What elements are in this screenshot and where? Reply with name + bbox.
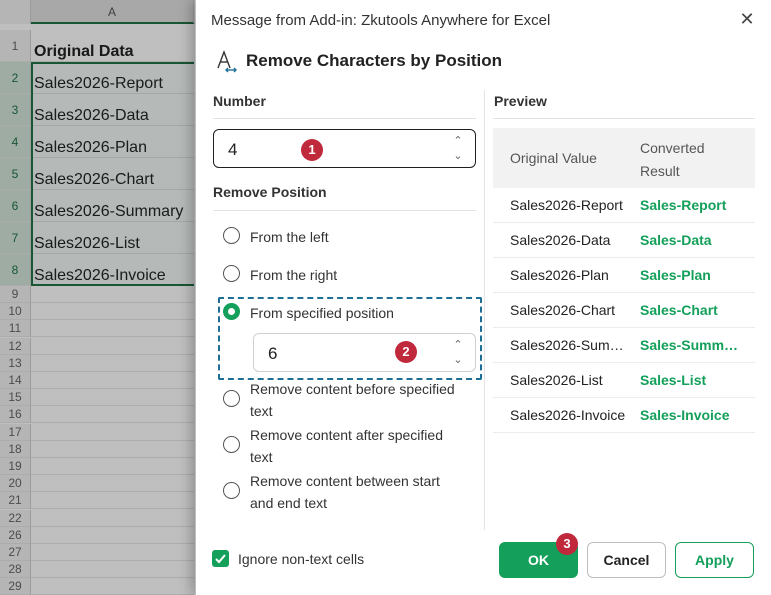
cancel-button[interactable]: Cancel [587, 542, 666, 578]
radio-button[interactable] [223, 265, 240, 282]
option-label: Remove content between start and end tex… [250, 473, 440, 511]
checkmark-icon [215, 554, 226, 564]
radio-button-selected[interactable] [223, 303, 240, 320]
original-value: Sales2026-Report [510, 197, 623, 213]
preview-row: Sales2026-Chart Sales-Chart [493, 293, 755, 328]
preview-table: Original Value Converted Result Sales202… [493, 128, 755, 433]
position-input[interactable]: 6 ⌃ ⌄ [253, 333, 476, 372]
close-icon[interactable]: ✕ [738, 10, 756, 28]
ignore-nontext-label: Ignore non-text cells [238, 550, 365, 567]
preview-row: Sales2026-Data Sales-Data [493, 223, 755, 258]
option-after-text[interactable]: Remove content after specified text [223, 424, 465, 468]
step-badge-1: 1 [301, 139, 323, 161]
original-value: Sales2026-Data [510, 232, 611, 248]
number-spinner: ⌃ ⌄ [451, 134, 465, 164]
apply-button[interactable]: Apply [675, 542, 754, 578]
dialog-window-title: Message from Add-in: Zkutools Anywhere f… [211, 12, 551, 29]
step-badge-2: 2 [395, 341, 417, 363]
preview-row: Sales2026-Invoice Sales-Invoice [493, 398, 755, 433]
dialog-heading: Remove Characters by Position [214, 47, 502, 75]
radio-button[interactable] [223, 390, 240, 407]
original-value: Sales2026-Summary [510, 337, 628, 353]
preview-row: Sales2026-Plan Sales-Plan [493, 258, 755, 293]
converted-result: Sales-Report [640, 197, 727, 213]
option-label: From specified position [250, 305, 394, 321]
dialog-heading-text: Remove Characters by Position [246, 51, 503, 70]
option-before-text[interactable]: Remove content before specified text [223, 378, 465, 422]
remove-position-divider [213, 210, 476, 211]
option-label: Remove content after specified text [250, 427, 443, 465]
preview-row: Sales2026-List Sales-List [493, 363, 755, 398]
converted-result: Sales-Data [640, 232, 712, 248]
converted-result: Sales-Plan [640, 267, 711, 283]
remove-position-label: Remove Position [213, 184, 327, 200]
preview-divider [493, 118, 755, 119]
converted-result: Sales-Chart [640, 302, 718, 318]
converted-result: Sales-Invoice [640, 407, 730, 423]
radio-button[interactable] [223, 436, 240, 453]
chevron-up-icon[interactable]: ⌃ [451, 134, 465, 148]
preview-row: Sales2026-Report Sales-Report [493, 188, 755, 223]
radio-button[interactable] [223, 482, 240, 499]
converted-result: Sales-List [640, 372, 707, 388]
option-from-right[interactable]: From the right [223, 264, 465, 286]
header-converted-result: Converted Result [640, 140, 705, 179]
chevron-up-icon[interactable]: ⌃ [451, 338, 465, 352]
ignore-nontext-checkbox[interactable] [212, 550, 229, 567]
step-badge-3: 3 [556, 533, 578, 555]
header-original-value: Original Value [510, 150, 597, 166]
preview-row: Sales2026-Summary Sales-Summary [493, 328, 755, 363]
option-label: From the right [250, 267, 338, 283]
number-input[interactable]: 4 ⌃ ⌄ [213, 129, 476, 168]
option-label: Remove content before specified text [250, 381, 455, 419]
ignore-nontext-checkbox-row[interactable]: Ignore non-text cells [212, 550, 364, 567]
original-value: Sales2026-Invoice [510, 407, 626, 423]
original-value: Sales2026-Plan [510, 267, 609, 283]
original-value: Sales2026-List [510, 372, 603, 388]
number-divider [213, 118, 476, 119]
dialog-titlebar: Message from Add-in: Zkutools Anywhere f… [196, 0, 771, 40]
option-label: From the left [250, 229, 329, 245]
remove-characters-dialog: Message from Add-in: Zkutools Anywhere f… [195, 0, 771, 595]
chevron-down-icon[interactable]: ⌄ [451, 353, 465, 367]
position-spinner: ⌃ ⌄ [451, 338, 465, 368]
preview-label: Preview [494, 93, 547, 109]
option-between-text[interactable]: Remove content between start and end tex… [223, 470, 465, 514]
number-value: 4 [228, 140, 238, 159]
option-from-left[interactable]: From the left [223, 226, 465, 248]
column-divider [484, 90, 485, 530]
radio-button[interactable] [223, 227, 240, 244]
converted-result: Sales-Summary [640, 337, 742, 353]
position-value: 6 [268, 344, 278, 363]
remove-characters-icon [217, 50, 237, 73]
original-value: Sales2026-Chart [510, 302, 616, 318]
chevron-down-icon[interactable]: ⌄ [451, 149, 465, 163]
number-label: Number [213, 93, 266, 109]
preview-table-header: Original Value Converted Result [493, 128, 755, 188]
option-from-specified-position[interactable]: From specified position [223, 302, 465, 324]
